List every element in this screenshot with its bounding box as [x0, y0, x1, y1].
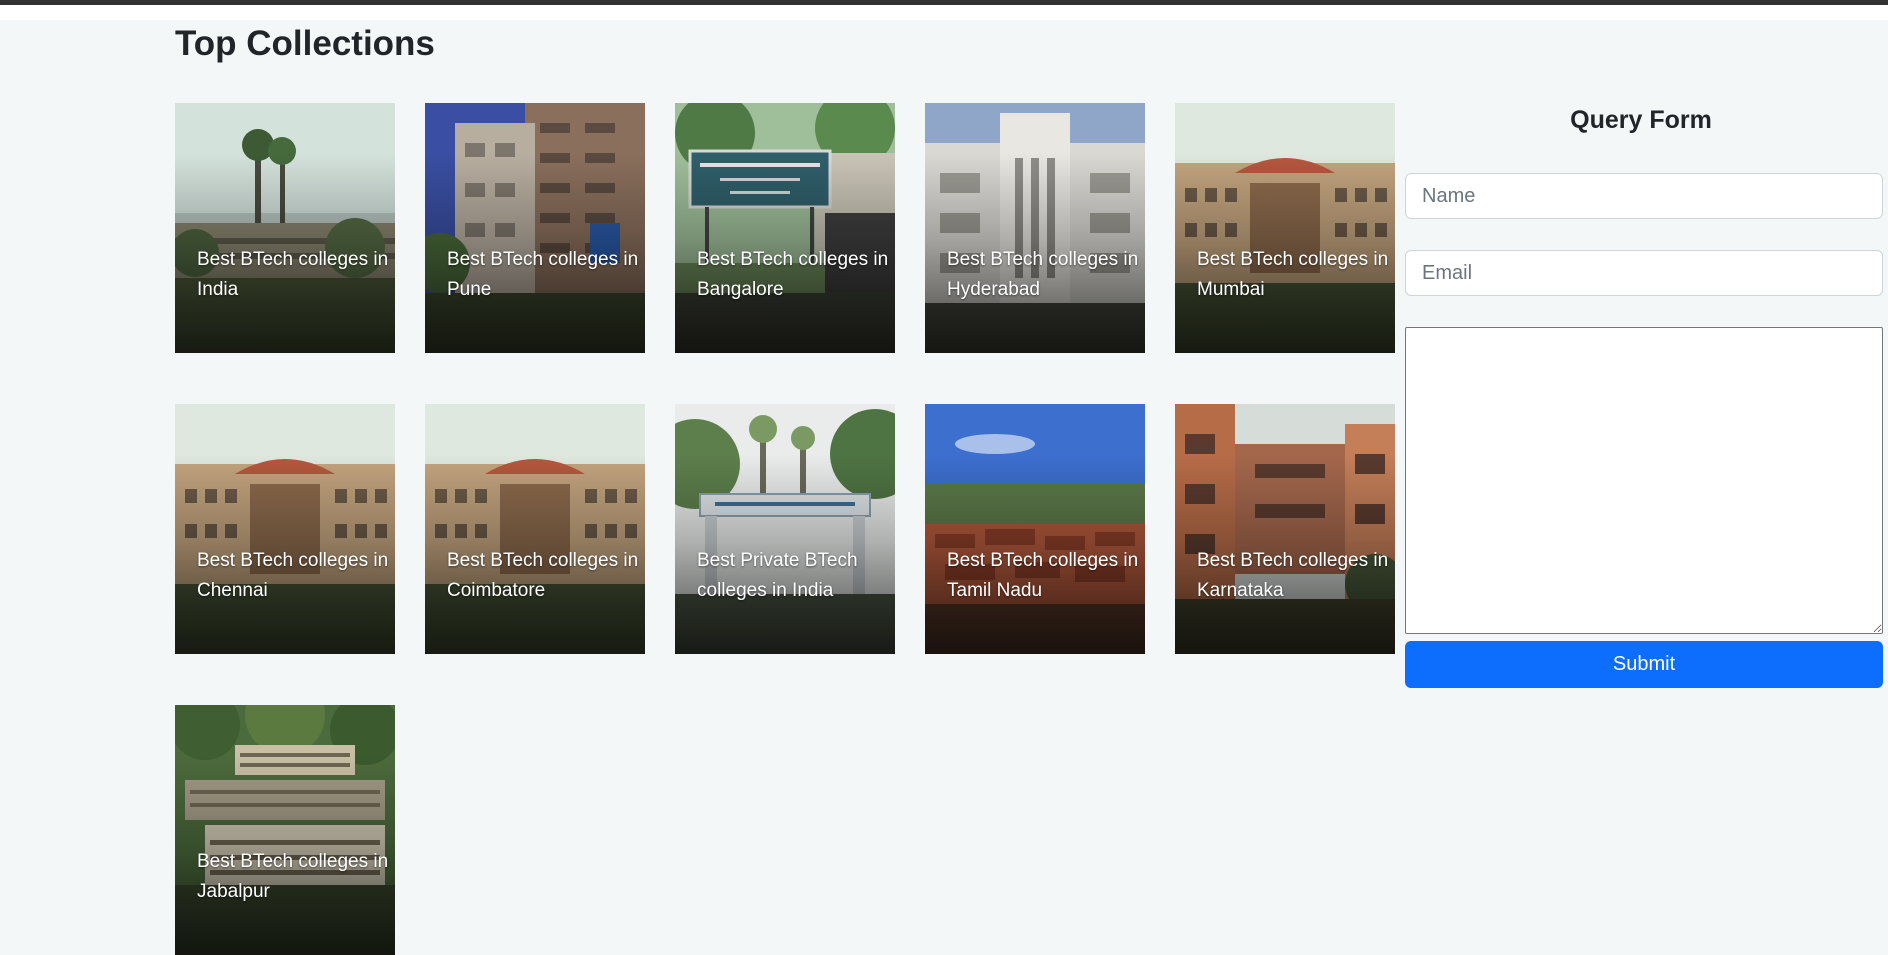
email-input[interactable] — [1405, 250, 1883, 296]
collection-card-label: Best BTech colleges in Pune — [447, 249, 639, 300]
collection-card-jabalpur[interactable]: Best BTech colleges in Jabalpur — [175, 705, 395, 955]
collection-card-chennai[interactable]: Best BTech colleges in Chennai — [175, 404, 395, 654]
collection-card-private-india[interactable]: Best Private BTech colleges in India — [675, 404, 895, 654]
collection-card-mumbai[interactable]: Best BTech colleges in Mumbai — [1175, 103, 1395, 353]
collection-card-label: Best BTech colleges in Mumbai — [1197, 249, 1389, 300]
page-title: Top Collections — [175, 24, 435, 63]
collection-card-label: Best BTech colleges in Karnataka — [1197, 550, 1389, 601]
collection-card-label: Best BTech colleges in Bangalore — [697, 249, 889, 300]
collection-card-label: Best BTech colleges in Hyderabad — [947, 249, 1139, 300]
name-input[interactable] — [1405, 173, 1883, 219]
collection-card-pune[interactable]: Best BTech colleges in Pune — [425, 103, 645, 353]
collection-card-label: Best BTech colleges in India — [197, 249, 389, 300]
query-form-title: Query Form — [1570, 106, 1712, 134]
collection-card-india[interactable]: Best BTech colleges in India — [175, 103, 395, 353]
submit-button[interactable]: Submit — [1405, 641, 1883, 688]
collection-card-label: Best BTech colleges in Tamil Nadu — [947, 550, 1139, 601]
collection-card-label: Best BTech colleges in Coimbatore — [447, 550, 639, 601]
collection-card-coimbatore[interactable]: Best BTech colleges in Coimbatore — [425, 404, 645, 654]
collection-card-hyderabad[interactable]: Best BTech colleges in Hyderabad — [925, 103, 1145, 353]
collection-card-label: Best BTech colleges in Jabalpur — [197, 851, 389, 902]
collection-card-karnataka[interactable]: Best BTech colleges in Karnataka — [1175, 404, 1395, 654]
collection-card-bangalore[interactable]: Best BTech colleges in Bangalore — [675, 103, 895, 353]
collection-card-label: Best BTech colleges in Chennai — [197, 550, 389, 601]
message-textarea[interactable] — [1405, 327, 1883, 634]
collection-card-label: Best Private BTech colleges in India — [697, 550, 858, 601]
collection-card-tamil-nadu[interactable]: Best BTech colleges in Tamil Nadu — [925, 404, 1145, 654]
header-strip — [0, 5, 1888, 20]
